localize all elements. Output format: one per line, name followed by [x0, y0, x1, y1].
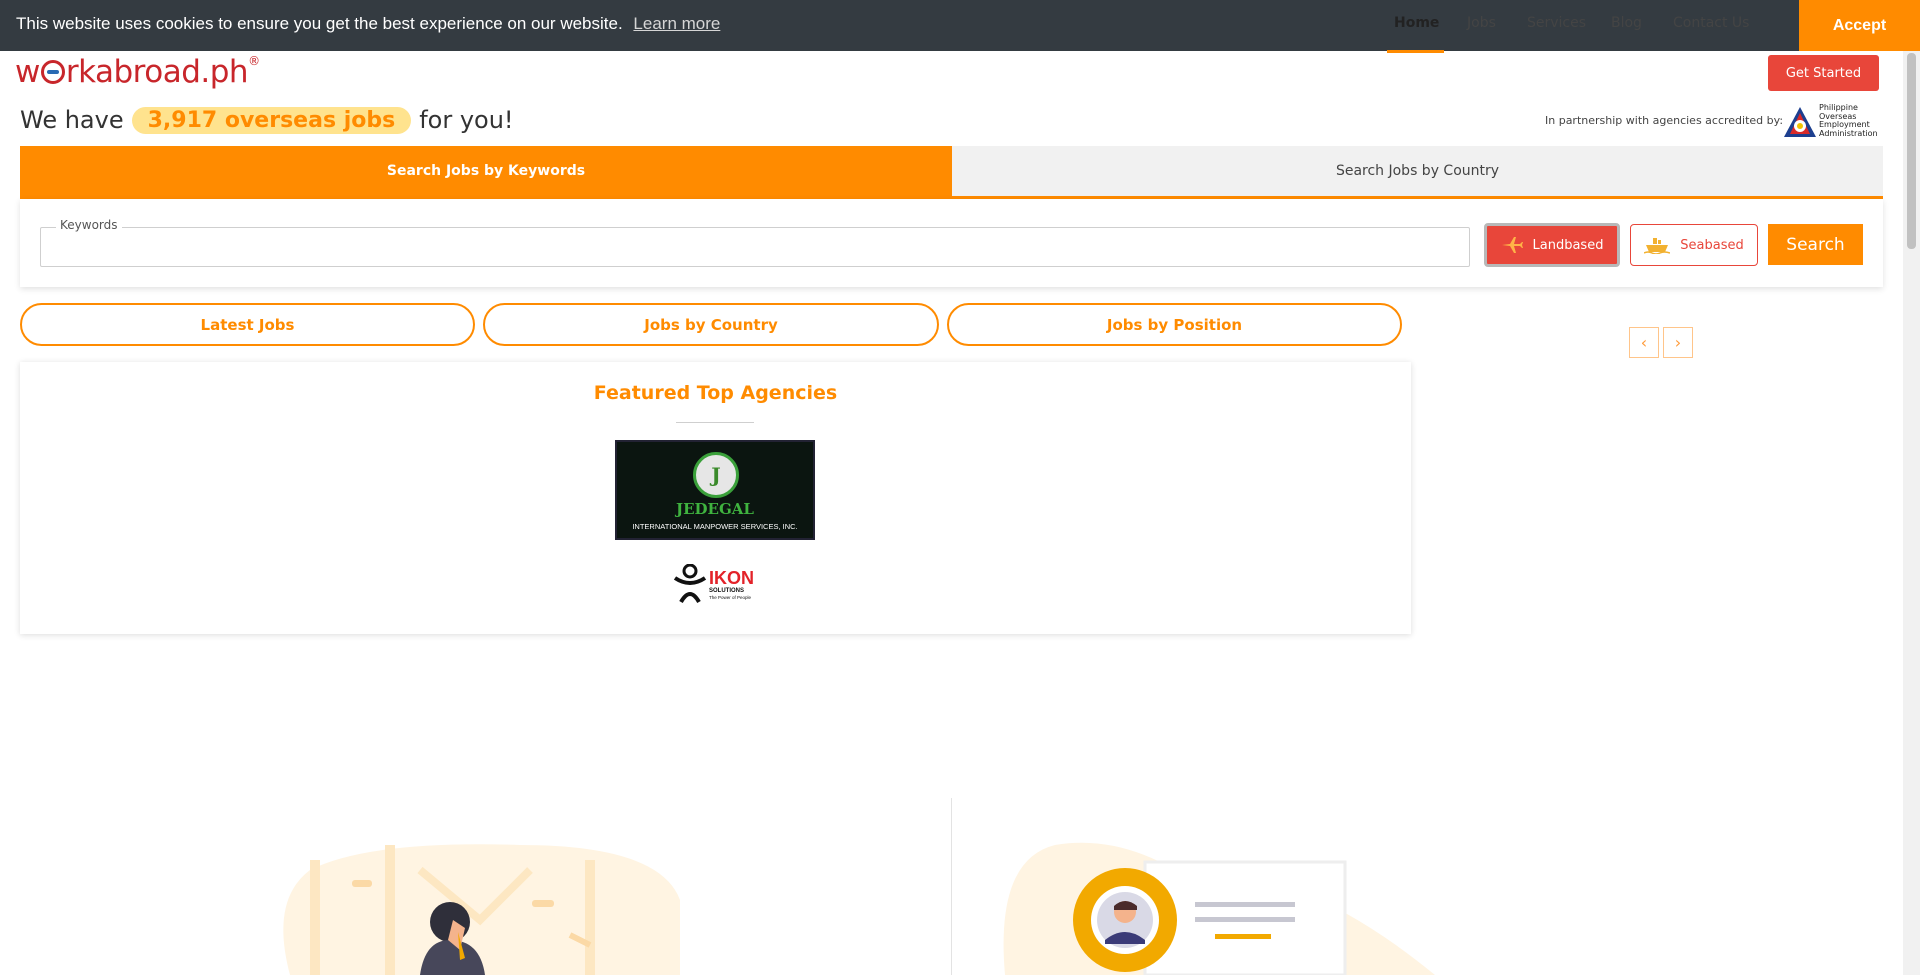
- nav-blog[interactable]: Blog: [1611, 0, 1642, 46]
- logo-text-end: rkabroad.ph: [65, 54, 249, 90]
- headline-prefix: We have: [20, 106, 124, 134]
- keywords-input[interactable]: [49, 234, 1459, 262]
- logo-text-start: w: [15, 54, 40, 90]
- agency-logo-ikon[interactable]: IKON SOLUTIONS The Power of People: [673, 563, 763, 606]
- candidate-search-illustration: [1003, 842, 1435, 975]
- nav-jobs[interactable]: Jobs: [1467, 0, 1496, 46]
- ikon-name: IKON: [709, 568, 754, 588]
- nav-active-indicator: [1387, 50, 1444, 53]
- cookie-message: This website uses cookies to ensure you …: [16, 14, 720, 34]
- search-panel: Keywords Landbased Seabased Search: [20, 199, 1883, 287]
- jedegal-subtitle: INTERNATIONAL MANPOWER SERVICES, INC.: [632, 522, 798, 531]
- section-divider: [951, 798, 952, 975]
- landbased-toggle[interactable]: Landbased: [1484, 223, 1620, 267]
- jedegal-emblem-letter: J: [711, 463, 721, 487]
- latest-jobs-button[interactable]: Latest Jobs: [20, 303, 475, 346]
- tab-search-by-keywords[interactable]: Search Jobs by Keywords: [20, 146, 952, 196]
- seabased-label: Seabased: [1680, 237, 1744, 253]
- chevron-right-icon: ›: [1674, 333, 1682, 352]
- tab-search-by-country[interactable]: Search Jobs by Country: [952, 146, 1883, 196]
- registered-mark: ®: [248, 54, 260, 68]
- jedegal-emblem: J: [693, 452, 739, 498]
- carousel-prev-button[interactable]: ‹: [1629, 327, 1659, 358]
- scrollbar-thumb[interactable]: [1907, 53, 1916, 249]
- seabased-toggle[interactable]: Seabased: [1630, 224, 1758, 266]
- keywords-field[interactable]: [40, 227, 1470, 267]
- jobs-by-position-button[interactable]: Jobs by Position: [947, 303, 1402, 346]
- ikon-subtitle: SOLUTIONS: [709, 588, 745, 594]
- page-scrollbar[interactable]: [1903, 51, 1920, 975]
- ship-icon: [1644, 238, 1671, 254]
- airplane-icon: [1501, 237, 1523, 253]
- get-started-button[interactable]: Get Started: [1768, 55, 1879, 91]
- ikon-figure-icon: [673, 563, 707, 604]
- featured-agencies-title: Featured Top Agencies: [593, 382, 838, 404]
- featured-agencies-card: Featured Top Agencies J JEDEGAL INTERNAT…: [20, 362, 1411, 634]
- jobs-count-highlight: 3,917 overseas jobs: [131, 106, 412, 134]
- nav-home[interactable]: Home: [1394, 0, 1439, 46]
- keywords-label: Keywords: [56, 218, 122, 232]
- poea-line: Administration: [1819, 128, 1878, 138]
- jedegal-name: JEDEGAL: [676, 500, 754, 518]
- cookie-message-text: This website uses cookies to ensure you …: [16, 14, 623, 33]
- search-button[interactable]: Search: [1768, 224, 1863, 265]
- ikon-tagline: The Power of People: [709, 595, 752, 600]
- poea-name: Philippine Overseas Employment Administr…: [1819, 103, 1889, 138]
- jobs-by-country-button[interactable]: Jobs by Country: [483, 303, 939, 346]
- site-logo[interactable]: w rkabroad.ph®: [15, 54, 260, 90]
- cookie-learn-more-link[interactable]: Learn more: [633, 14, 720, 33]
- search-tabs: Search Jobs by Keywords Search Jobs by C…: [20, 146, 1883, 199]
- nav-services[interactable]: Services: [1527, 0, 1586, 46]
- partnership-text: In partnership with agencies accredited …: [1545, 114, 1784, 127]
- landbased-label: Landbased: [1532, 237, 1604, 253]
- cookie-accept-button[interactable]: Accept: [1799, 0, 1920, 51]
- poea-logo: Philippine Overseas Employment Administr…: [1783, 103, 1885, 140]
- jobs-headline: We have 3,917 overseas jobs for you!: [20, 106, 514, 134]
- poea-seal-icon: [1784, 107, 1816, 137]
- woman-on-phone-illustration: [283, 844, 680, 975]
- headline-suffix: for you!: [419, 106, 514, 134]
- globe-icon: [40, 60, 65, 84]
- title-divider: [676, 422, 754, 423]
- agency-logo-jedegal[interactable]: J JEDEGAL INTERNATIONAL MANPOWER SERVICE…: [615, 440, 815, 540]
- nav-contact-us[interactable]: Contact Us: [1673, 0, 1749, 46]
- carousel-next-button[interactable]: ›: [1663, 327, 1693, 358]
- chevron-left-icon: ‹: [1640, 333, 1648, 352]
